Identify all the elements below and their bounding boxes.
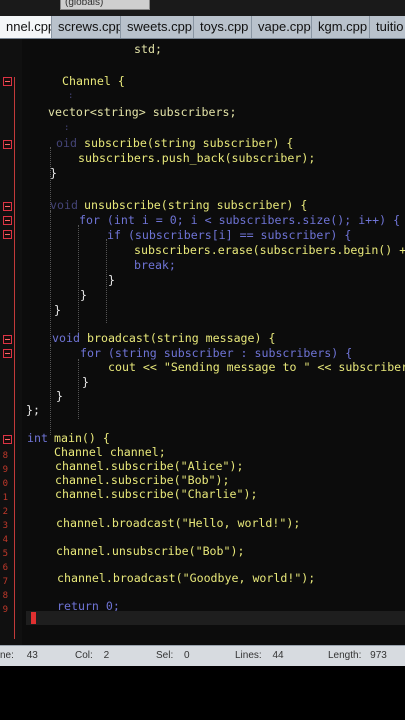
code-line: subscribers.erase(subscribers.begin() + [134, 243, 405, 257]
screen-bezel [0, 666, 405, 720]
code-line: } [108, 273, 115, 287]
code-line: channel.subscribe("Alice"); [55, 459, 244, 473]
tab-screws-cpp[interactable]: screws.cpp [52, 16, 121, 38]
code-line: vector<string> subscribers; [48, 105, 237, 119]
status-bar: ne: 43 Col: 2 Sel: 0 Lines: 44 Length: 9… [0, 645, 405, 666]
status-col: Col: 2 [75, 650, 110, 661]
code-line: channel.unsubscribe("Bob"); [56, 544, 245, 558]
fold-marker[interactable] [3, 349, 12, 358]
fold-marker[interactable] [3, 335, 12, 344]
current-line-highlight [26, 611, 405, 625]
top-toolbar: (globals) [0, 0, 405, 16]
line-number: 5 [2, 549, 8, 559]
tab-toys-cpp[interactable]: toys.cpp [194, 16, 252, 38]
line-number: 1 [2, 493, 8, 503]
code-line: unsubscribe(string subscriber) { [84, 198, 308, 212]
code-editor[interactable]: 8 9 0 1 2 3 4 5 6 7 8 9 std; Channel { :… [0, 39, 405, 645]
code-line: cout << "Sending message to " << subscri… [108, 360, 405, 374]
status-line: ne: 43 [0, 650, 38, 661]
code-line: }; [26, 403, 40, 417]
code-line: channel.broadcast("Hello, world!"); [56, 516, 301, 530]
indent-guide [106, 239, 107, 323]
fold-line [14, 439, 15, 639]
code-line: oid [56, 136, 77, 150]
code-line: } [82, 375, 89, 389]
status-sel: Sel: 0 [156, 650, 190, 661]
code-line: channel.broadcast("Goodbye, world!"); [57, 571, 316, 585]
code-line: main() { [54, 431, 110, 445]
indent-guide [78, 359, 79, 419]
tab-channel-cpp[interactable]: nnel.cpp [0, 16, 52, 38]
indent-guide [50, 211, 51, 351]
code-line: for (string subscriber : subscribers) { [80, 346, 353, 360]
code-line: void [52, 331, 80, 345]
tab-vape-cpp[interactable]: vape.cpp [252, 16, 312, 38]
line-number: 6 [2, 563, 8, 573]
code-line: } [50, 166, 57, 180]
tab-sweets-cpp[interactable]: sweets.cpp [121, 16, 194, 38]
text-cursor [31, 612, 36, 624]
indent-guide [50, 345, 51, 435]
code-line: : [64, 123, 70, 133]
code-line: for (int i = 0; i < subscribers.size(); … [79, 213, 401, 227]
code-line: broadcast(string message) { [87, 331, 276, 345]
code-line: channel.subscribe("Charlie"); [55, 487, 258, 501]
code-line: channel.subscribe("Bob"); [55, 473, 230, 487]
fold-line [14, 77, 15, 447]
file-tabs: nnel.cpp screws.cpp sweets.cpp toys.cpp … [0, 16, 405, 39]
fold-marker[interactable] [3, 202, 12, 211]
tab-kgm-cpp[interactable]: kgm.cpp [312, 16, 370, 38]
code-line: break; [134, 258, 176, 272]
fold-marker[interactable] [3, 230, 12, 239]
scope-combo[interactable]: (globals) [60, 0, 150, 10]
code-line: Channel channel; [54, 445, 166, 459]
line-number: 0 [2, 479, 8, 489]
code-line: subscribe(string subscriber) { [84, 136, 294, 150]
status-lines: Lines: 44 [235, 650, 284, 661]
line-number: 4 [2, 535, 8, 545]
code-line: std; [134, 42, 162, 56]
status-length: Length: 973 [328, 650, 387, 661]
fold-marker[interactable] [3, 216, 12, 225]
code-line: int [27, 431, 48, 445]
fold-marker[interactable] [3, 77, 12, 86]
line-number: 9 [2, 465, 8, 475]
code-line: } [56, 389, 63, 403]
code-line: } [54, 303, 61, 317]
code-line: : [68, 91, 74, 101]
indent-guide [78, 225, 79, 337]
line-number: 8 [2, 451, 8, 461]
fold-marker[interactable] [3, 435, 12, 444]
line-number: 8 [2, 591, 8, 601]
code-line: subscribers.push_back(subscriber); [78, 151, 316, 165]
fold-marker[interactable] [3, 140, 12, 149]
code-line: void [50, 198, 78, 212]
line-number: 2 [2, 507, 8, 517]
line-number: 7 [2, 577, 8, 587]
code-line: Channel { [62, 74, 125, 88]
tab-tuitio[interactable]: tuitio [370, 16, 405, 38]
code-line: } [80, 288, 87, 302]
line-number: 9 [2, 605, 8, 615]
line-number: 3 [2, 521, 8, 531]
code-line: if (subscribers[i] == subscriber) { [107, 228, 352, 242]
